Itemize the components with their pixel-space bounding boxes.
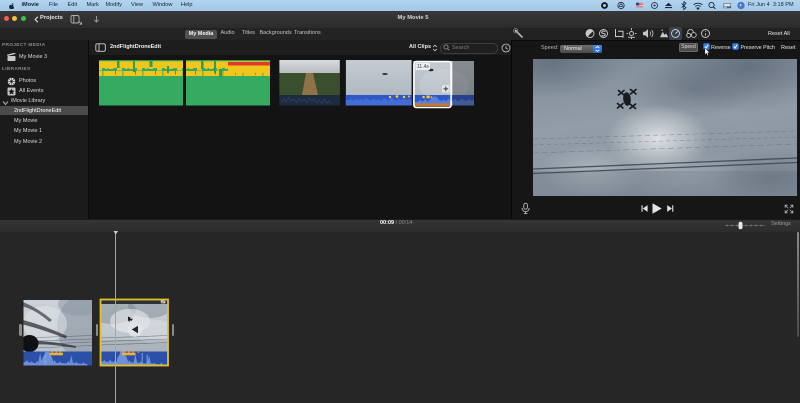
svg-text:11.4s: 11.4s (417, 64, 429, 70)
